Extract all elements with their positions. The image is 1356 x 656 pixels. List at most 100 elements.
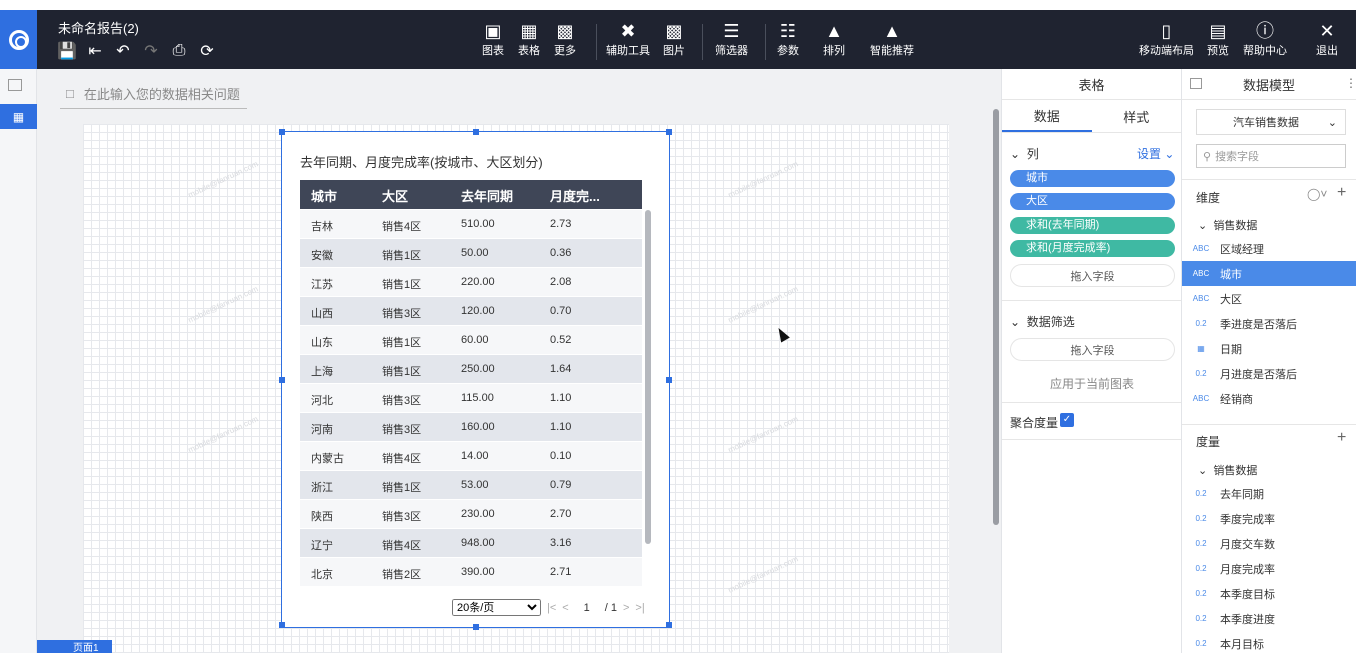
tool-table[interactable]: ▦ 表格 [518, 20, 540, 58]
tab-style[interactable]: 样式 [1092, 100, 1182, 132]
table-row[interactable]: 安徽 销售1区 50.00 0.36 [300, 239, 642, 268]
table-row[interactable]: 吉林 销售4区 510.00 2.73 [300, 210, 642, 239]
resize-handle[interactable] [473, 624, 479, 630]
more-vertical-icon[interactable]: ⋮ [1345, 76, 1356, 90]
page-number[interactable]: 1 [575, 602, 599, 614]
table-row[interactable]: 河南 销售3区 160.00 1.10 [300, 413, 642, 442]
field-item[interactable]: 0.2 去年同期 [1182, 481, 1356, 506]
table-row[interactable]: 河北 销售3区 115.00 1.10 [300, 384, 642, 413]
resize-handle[interactable] [279, 377, 285, 383]
field-item[interactable]: 0.2 本季度目标 [1182, 581, 1356, 606]
tool-more[interactable]: ▩ 更多 [554, 20, 576, 58]
page-size-select[interactable]: 20条/页 [452, 599, 541, 616]
field-label: 本季度目标 [1220, 588, 1275, 601]
tool-sort[interactable]: ▲ 排列 [823, 20, 845, 58]
tool-chart[interactable]: ▣ 图表 [482, 20, 504, 58]
number-type-icon: 0.2 [1195, 319, 1207, 328]
text-type-icon: ABC [1192, 394, 1210, 403]
tool-mobile-layout[interactable]: ▯ 移动端布局 [1139, 20, 1194, 58]
tool-help[interactable]: ⓘ 帮助中心 [1243, 20, 1287, 58]
field-item[interactable]: ABC 经销商 [1182, 386, 1356, 411]
field-item[interactable]: 0.2 月度完成率 [1182, 556, 1356, 581]
table-row[interactable]: 陕西 销售3区 230.00 2.70 [300, 500, 642, 529]
report-title[interactable]: 未命名报告(2) [58, 18, 139, 37]
table-widget[interactable]: 去年同期、月度完成率(按城市、大区划分) 城市 大区 去年同期 月度完... 吉… [279, 129, 672, 630]
tool-exit[interactable]: ✕ 退出 [1316, 20, 1338, 58]
undo-icon[interactable]: ↶ [114, 42, 132, 60]
tool-params[interactable]: ☷ 参数 [777, 20, 799, 58]
field-search-input[interactable]: ⚲ 搜索字段 [1196, 144, 1346, 168]
apply-to-chart[interactable]: 应用于当前图表 [1002, 375, 1182, 392]
column-header[interactable]: 去年同期 [461, 186, 513, 205]
field-item[interactable]: ▦ 日期 [1182, 336, 1356, 361]
resize-handle[interactable] [279, 129, 285, 135]
table-row[interactable]: 辽宁 销售4区 948.00 3.16 [300, 529, 642, 558]
dataset-select[interactable]: 汽车销售数据 ⌄ [1196, 109, 1346, 135]
collapse-panel-icon[interactable] [1190, 78, 1202, 89]
table-row[interactable]: 浙江 销售1区 53.00 0.79 [300, 471, 642, 500]
canvas-scrollbar[interactable] [993, 109, 999, 525]
tool-preview[interactable]: ▤ 预览 [1207, 20, 1229, 58]
expand-panel-icon[interactable] [8, 79, 22, 91]
tool-image[interactable]: ▩ 图片 [663, 20, 685, 58]
column-field-pill[interactable]: 城市 [1010, 170, 1175, 187]
last-page-icon[interactable]: >| [635, 602, 644, 614]
add-measure-icon[interactable]: + [1337, 429, 1346, 447]
page-tab[interactable]: 页面1 [37, 640, 112, 653]
prev-page-icon[interactable]: < [562, 602, 568, 614]
resize-handle[interactable] [279, 622, 285, 628]
tool-assist[interactable]: ✖ 辅助工具 [606, 20, 650, 58]
measure-group[interactable]: ⌄ 销售数据 [1198, 462, 1257, 478]
column-dropzone[interactable]: 拖入字段 [1010, 264, 1175, 287]
column-field-pill[interactable]: 求和(去年同期) [1010, 217, 1175, 234]
save-icon[interactable]: 💾 [57, 42, 77, 60]
field-item[interactable]: 0.2 月度交车数 [1182, 531, 1356, 556]
table-row[interactable]: 江苏 销售1区 220.00 2.08 [300, 268, 642, 297]
field-item[interactable]: 0.2 季进度是否落后 [1182, 311, 1356, 336]
column-field-pill[interactable]: 求和(月度完成率) [1010, 240, 1175, 257]
settings-link[interactable]: 设置 ⌄ [1137, 145, 1174, 162]
filter-section-title[interactable]: ⌄ 数据筛选 [1010, 313, 1075, 330]
column-header[interactable]: 城市 [311, 186, 337, 205]
table-row[interactable]: 北京 销售2区 390.00 2.71 [300, 558, 642, 587]
resize-handle[interactable] [666, 622, 672, 628]
resize-handle[interactable] [666, 377, 672, 383]
resize-handle[interactable] [666, 129, 672, 135]
table-component-icon[interactable]: ▦ [0, 104, 37, 129]
first-page-icon[interactable]: |< [547, 602, 556, 614]
tool-smart[interactable]: ▲ 智能推荐 [870, 20, 914, 58]
field-item[interactable]: 0.2 月进度是否落后 [1182, 361, 1356, 386]
field-item[interactable]: ABC 城市 [1182, 261, 1356, 286]
refresh-icon[interactable]: ⟳ [198, 42, 216, 60]
table-cell: 河南 [311, 424, 333, 436]
table-scrollbar[interactable] [645, 210, 651, 544]
column-header[interactable]: 大区 [382, 186, 408, 205]
redo-icon[interactable]: ↷ [142, 42, 160, 60]
filter-dropzone[interactable]: 拖入字段 [1010, 338, 1175, 361]
print-icon[interactable]: ⎙ [170, 42, 188, 60]
field-item[interactable]: ABC 区域经理 [1182, 236, 1356, 261]
back-icon[interactable]: ⇤ [86, 42, 104, 60]
column-header[interactable]: 月度完... [550, 186, 600, 205]
field-item[interactable]: 0.2 本月目标 [1182, 631, 1356, 656]
next-page-icon[interactable]: > [623, 602, 629, 614]
aggregate-checkbox[interactable]: ✓ [1060, 413, 1074, 427]
field-item[interactable]: 0.2 本季度进度 [1182, 606, 1356, 631]
table-row[interactable]: 内蒙古 销售4区 14.00 0.10 [300, 442, 642, 471]
field-item[interactable]: 0.2 季度完成率 [1182, 506, 1356, 531]
table-row[interactable]: 山东 销售1区 60.00 0.52 [300, 326, 642, 355]
ask-data-input[interactable]: □ 在此输入您的数据相关问题 [60, 79, 247, 109]
column-field-pill[interactable]: 大区 [1010, 193, 1175, 210]
table-cell: 250.00 [461, 363, 495, 375]
tool-filter[interactable]: ☰ 筛选器 [715, 20, 748, 58]
tab-data[interactable]: 数据 [1002, 100, 1092, 132]
dimension-group[interactable]: ⌄ 销售数据 [1198, 217, 1257, 233]
app-logo[interactable] [0, 10, 37, 69]
resize-handle[interactable] [473, 129, 479, 135]
field-item[interactable]: ABC 大区 [1182, 286, 1356, 311]
globe-icon[interactable]: ◯˅ [1307, 187, 1327, 201]
table-row[interactable]: 上海 销售1区 250.00 1.64 [300, 355, 642, 384]
add-dimension-icon[interactable]: + [1337, 184, 1346, 202]
table-row[interactable]: 山西 销售3区 120.00 0.70 [300, 297, 642, 326]
columns-section-title[interactable]: ⌄ 列 [1010, 145, 1039, 162]
